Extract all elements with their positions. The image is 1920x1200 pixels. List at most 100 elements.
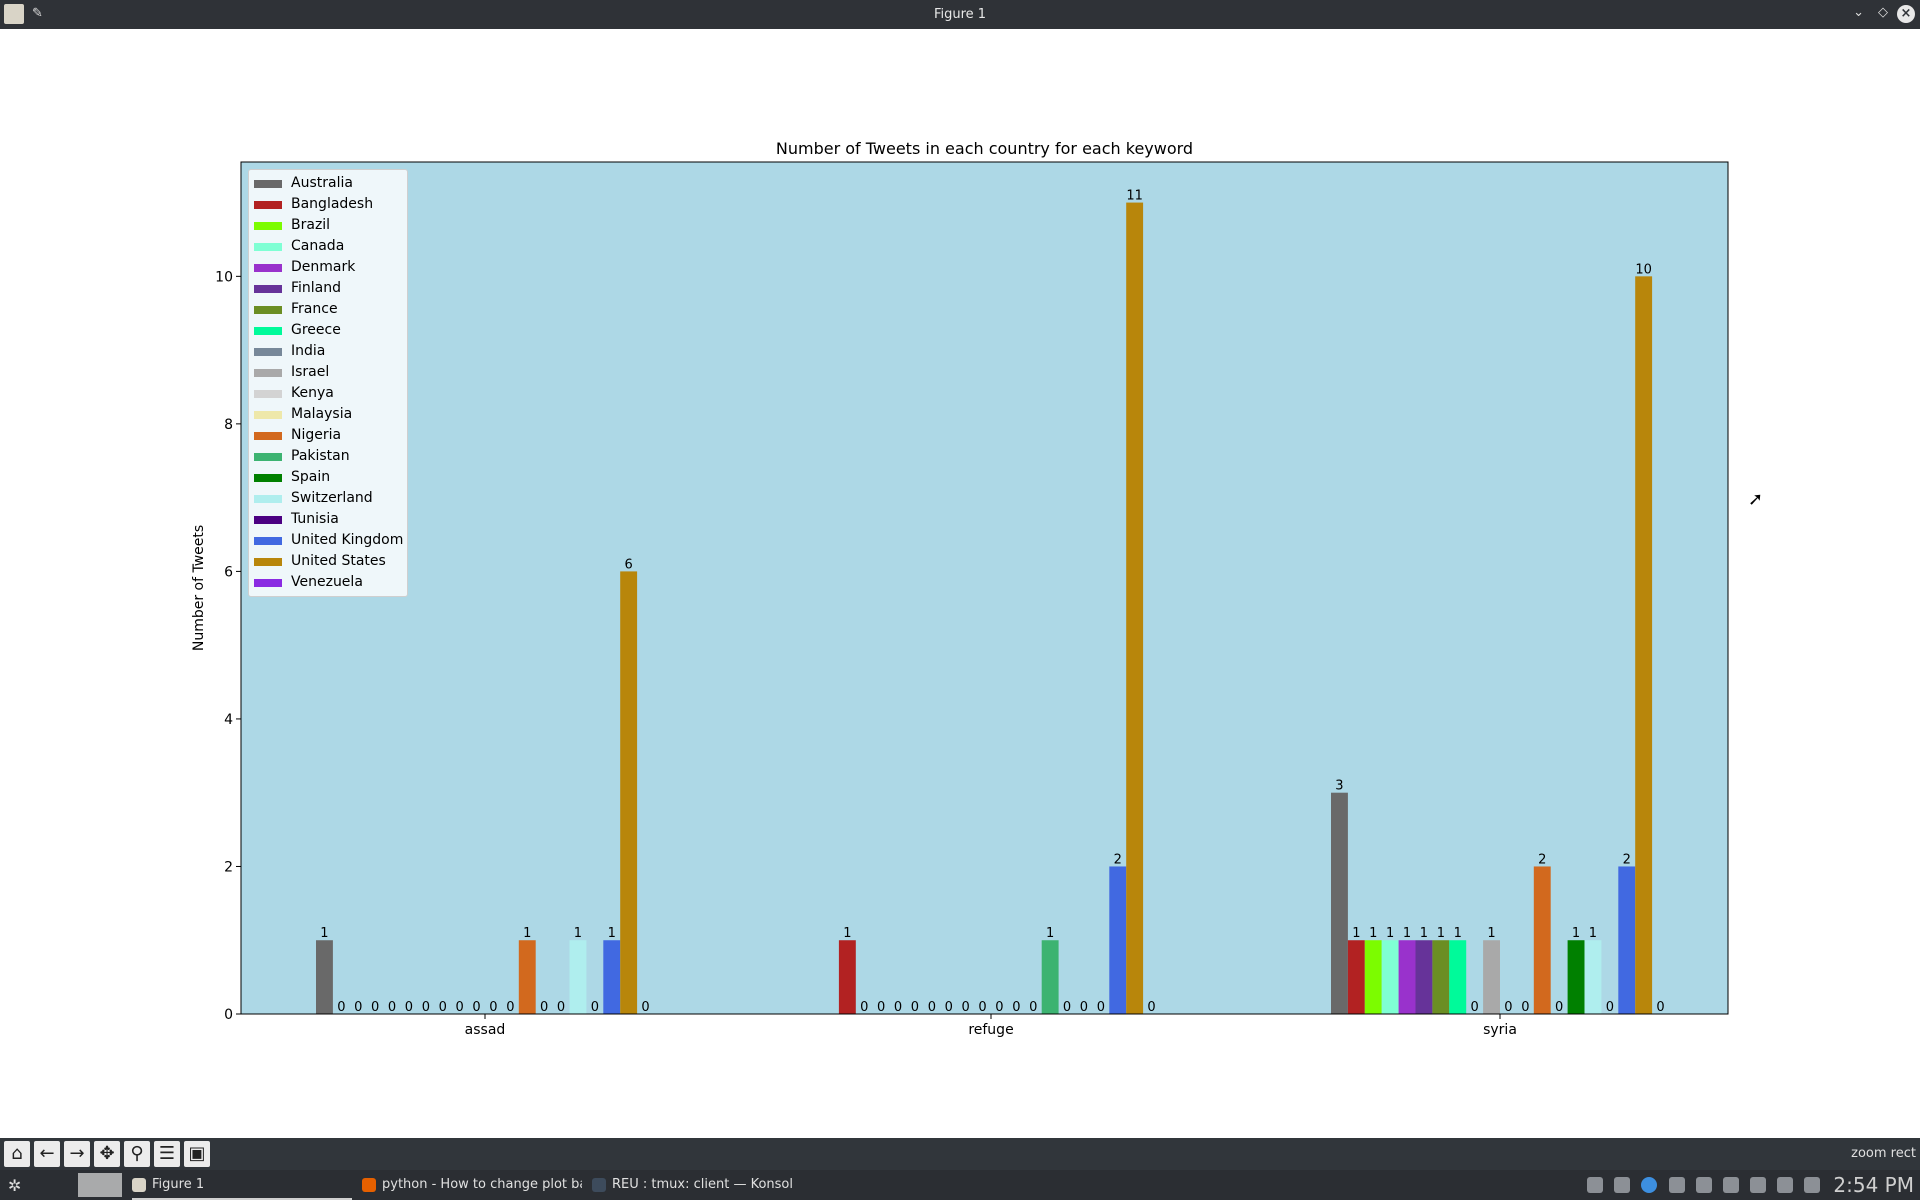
- steam-icon[interactable]: [1668, 1177, 1685, 1193]
- bar[interactable]: [1126, 202, 1144, 1015]
- bar[interactable]: [1584, 940, 1602, 1014]
- legend-swatch: [254, 201, 282, 209]
- taskbar-item[interactable]: Figure 1: [132, 1170, 352, 1200]
- pan-icon[interactable]: ✥: [94, 1141, 120, 1167]
- configure-subplots-icon[interactable]: ☰: [154, 1141, 180, 1167]
- virtual-desktop-pager[interactable]: [78, 1173, 122, 1197]
- bar[interactable]: [1041, 940, 1059, 1014]
- bar[interactable]: [1432, 940, 1450, 1014]
- bar[interactable]: [1381, 940, 1399, 1014]
- display-icon[interactable]: [1695, 1177, 1712, 1193]
- bar-value-label: 11: [1126, 189, 1143, 204]
- media-icon[interactable]: [1722, 1177, 1739, 1193]
- chevron-down-icon[interactable]: ⌄: [1853, 5, 1864, 20]
- taskbar-item[interactable]: python - How to change plot ba...: [362, 1170, 582, 1200]
- bar-value-label: 0: [1656, 1000, 1664, 1015]
- taskbar-item[interactable]: REU : tmux: client — Konsole: [592, 1170, 792, 1200]
- bar-value-label: 0: [928, 1000, 936, 1015]
- bar-value-label: 0: [1521, 1000, 1529, 1015]
- mouse-cursor-icon: ➚: [1748, 489, 1764, 510]
- chart-title: Number of Tweets in each country for eac…: [776, 139, 1193, 158]
- bar[interactable]: [620, 571, 638, 1014]
- bar-value-label: 10: [1635, 262, 1652, 277]
- bar[interactable]: [1618, 866, 1636, 1014]
- chart-legend: Australia Bangladesh Brazil Canada Denmark Fi…: [248, 169, 408, 597]
- legend-label: Switzerland: [291, 490, 373, 506]
- legend-item: Israel: [249, 362, 407, 383]
- legend-swatch: [254, 222, 282, 230]
- legend-swatch: [254, 348, 282, 356]
- diamond-icon[interactable]: ◇: [1878, 5, 1888, 20]
- bar[interactable]: [1533, 866, 1551, 1014]
- bar-value-label: 0: [641, 1000, 649, 1015]
- tray-status-icon[interactable]: [1587, 1177, 1604, 1193]
- bar[interactable]: [1415, 940, 1433, 1014]
- bar-value-label: 0: [422, 1000, 430, 1015]
- legend-swatch: [254, 243, 282, 251]
- legend-item: Kenya: [249, 383, 407, 404]
- volume-icon[interactable]: [1776, 1177, 1793, 1193]
- back-arrow-icon[interactable]: ←: [34, 1141, 60, 1167]
- bar[interactable]: [1635, 276, 1653, 1014]
- legend-item: Bangladesh: [249, 194, 407, 215]
- x-tick-label: refuge: [968, 1022, 1013, 1038]
- zoom-icon[interactable]: ⚲: [124, 1141, 150, 1167]
- legend-item: Australia: [249, 173, 407, 194]
- legend-item: Malaysia: [249, 404, 407, 425]
- bar[interactable]: [1398, 940, 1416, 1014]
- forward-arrow-icon[interactable]: →: [64, 1141, 90, 1167]
- legend-swatch: [254, 579, 282, 587]
- bar-value-label: 1: [1369, 926, 1377, 941]
- bar-value-label: 1: [1589, 926, 1597, 941]
- legend-label: Greece: [291, 322, 341, 338]
- bar-value-label: 0: [439, 1000, 447, 1015]
- system-tray: [1581, 1177, 1820, 1197]
- legend-item: Pakistan: [249, 446, 407, 467]
- legend-swatch: [254, 306, 282, 314]
- home-icon[interactable]: ⌂: [4, 1141, 30, 1167]
- legend-item: Nigeria: [249, 425, 407, 446]
- bar-value-label: 0: [1080, 1000, 1088, 1015]
- bar[interactable]: [518, 940, 536, 1014]
- bar[interactable]: [1347, 940, 1365, 1014]
- legend-item: India: [249, 341, 407, 362]
- bar[interactable]: [316, 940, 333, 1014]
- bar[interactable]: [1109, 866, 1127, 1014]
- bar[interactable]: [838, 940, 856, 1014]
- legend-item: Greece: [249, 320, 407, 341]
- bar-value-label: 1: [574, 926, 582, 941]
- updates-icon[interactable]: [1641, 1177, 1658, 1193]
- bar[interactable]: [603, 940, 621, 1014]
- bar-value-label: 1: [523, 926, 531, 941]
- bar-value-label: 0: [1555, 1000, 1563, 1015]
- legend-label: Denmark: [291, 259, 356, 275]
- bar-value-label: 1: [1487, 926, 1495, 941]
- taskbar-item-label: python - How to change plot ba...: [382, 1177, 582, 1192]
- bar[interactable]: [1331, 792, 1348, 1014]
- bar-value-label: 0: [1504, 1000, 1512, 1015]
- bar-value-label: 0: [1471, 1000, 1479, 1015]
- clipboard-icon[interactable]: [1749, 1177, 1766, 1193]
- taskbar-item-label: Figure 1: [152, 1177, 205, 1192]
- bar-value-label: 1: [1352, 926, 1360, 941]
- legend-label: Australia: [291, 175, 353, 191]
- bar[interactable]: [1567, 940, 1585, 1014]
- bar[interactable]: [1449, 940, 1467, 1014]
- legend-item: Brazil: [249, 215, 407, 236]
- bar[interactable]: [1364, 940, 1382, 1014]
- konsole-icon: [592, 1177, 606, 1192]
- bar-value-label: 6: [625, 557, 633, 572]
- expand-tray-icon[interactable]: [1804, 1177, 1820, 1193]
- legend-swatch: [254, 432, 282, 440]
- bar-value-label: 1: [1420, 926, 1428, 941]
- bar[interactable]: [1483, 940, 1500, 1014]
- bar-value-label: 2: [1623, 852, 1631, 867]
- bar-value-label: 2: [1114, 852, 1122, 867]
- bar[interactable]: [569, 940, 587, 1014]
- legend-item: Tunisia: [249, 509, 407, 530]
- dropbox-icon[interactable]: [1614, 1177, 1631, 1193]
- app-launcher-icon[interactable]: ✲: [8, 1176, 21, 1195]
- save-icon[interactable]: ▣: [184, 1141, 210, 1167]
- legend-label: United Kingdom: [291, 532, 404, 548]
- close-icon[interactable]: ×: [1897, 5, 1915, 23]
